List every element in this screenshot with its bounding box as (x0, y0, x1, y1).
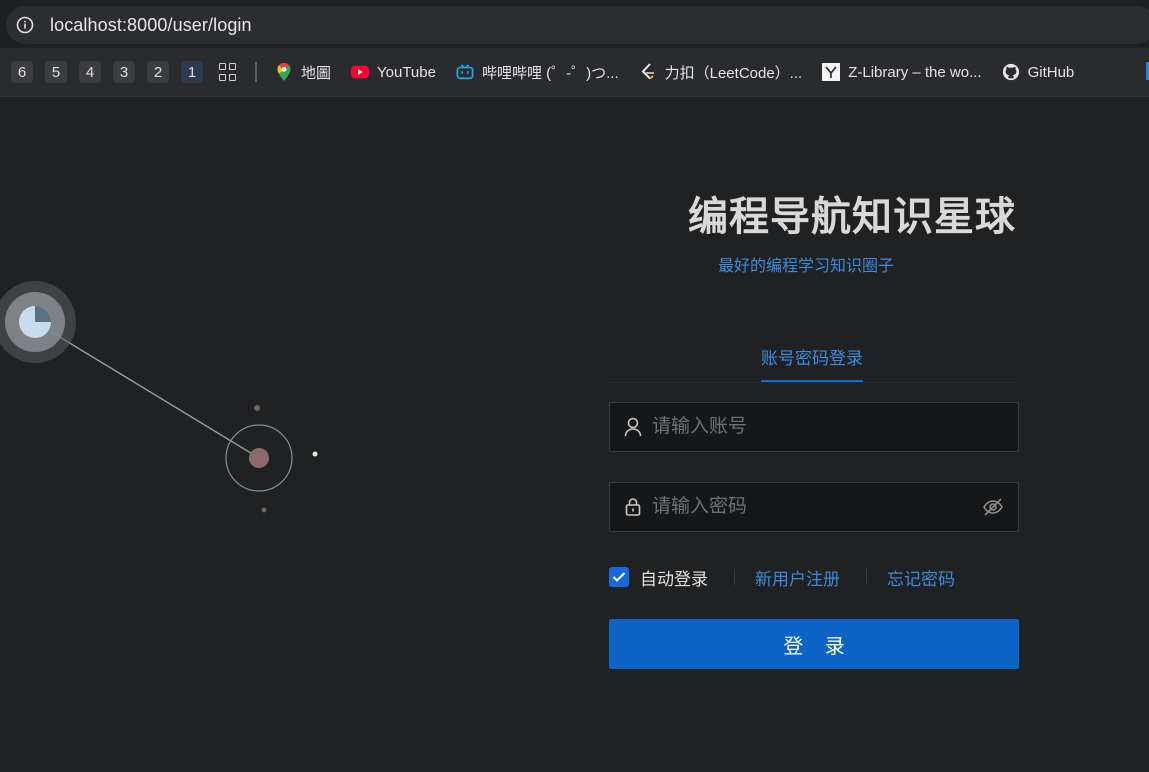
tab-group-2[interactable]: 2 (147, 61, 169, 83)
bookmarks-separator (255, 62, 257, 82)
page-title: 编程导航知识星球 (688, 194, 1016, 240)
bookmark-bilibili[interactable]: 哔哩哔哩 (゜-゜)つ... (456, 62, 619, 83)
bilibili-icon (456, 63, 474, 81)
register-link[interactable]: 新用户注册 (755, 565, 840, 590)
forgot-password-link[interactable]: 忘记密码 (887, 565, 955, 590)
bookmark-label: 地圖 (301, 64, 332, 82)
zlibrary-icon (822, 63, 841, 81)
bookmark-label: 哔哩哔哩 (゜-゜)つ... (481, 64, 619, 82)
youtube-icon (351, 63, 370, 81)
tab-group-3[interactable]: 3 (113, 61, 135, 83)
password-field[interactable] (609, 482, 1019, 532)
google-maps-icon (275, 63, 293, 81)
tab-account-password[interactable]: 账号密码登录 (761, 344, 863, 382)
eye-invisible-icon[interactable] (982, 497, 1004, 517)
tab-group-4[interactable]: 4 (79, 61, 101, 83)
username-field[interactable] (609, 402, 1019, 452)
login-options: 自动登录 新用户注册 忘记密码 (609, 565, 1019, 589)
bookmark-github[interactable]: GitHub (1002, 63, 1075, 81)
login-tabs: 账号密码登录 (609, 340, 1019, 383)
bookmark-youtube[interactable]: YouTube (351, 63, 436, 81)
bookmark-label: Z-Library – the wo... (848, 63, 982, 81)
tab-group-6[interactable]: 6 (11, 61, 33, 83)
github-icon (1002, 63, 1020, 81)
bookmark-leetcode[interactable]: 力扣（LeetCode）... (639, 62, 803, 83)
user-icon (624, 417, 642, 437)
login-button[interactable]: 登 录 (609, 619, 1019, 669)
username-input[interactable] (650, 415, 974, 439)
auto-login-checkbox[interactable] (609, 567, 629, 587)
options-divider (734, 569, 735, 585)
bookmarks-bar: 6 5 4 3 2 1 地圖 YouTube 哔哩哔哩 (゜-゜)つ... 力扣… (0, 48, 1149, 97)
omnibox[interactable]: localhost:8000/user/login (6, 6, 1149, 44)
url-text[interactable]: localhost:8000/user/login (50, 15, 252, 36)
bookmark-label: GitHub (1027, 63, 1075, 81)
bookmark-label: YouTube (377, 63, 436, 81)
page-subtitle: 最好的编程学习知识圈子 (718, 258, 895, 275)
lock-icon (624, 497, 642, 517)
tab-group-1[interactable]: 1 (181, 61, 203, 83)
options-divider (866, 569, 867, 585)
address-bar: localhost:8000/user/login (0, 0, 1149, 48)
background-decoration (0, 281, 318, 513)
bookmark-zlibrary[interactable]: Z-Library – the wo... (822, 63, 982, 81)
bookmark-maps[interactable]: 地圖 (275, 62, 331, 83)
apps-grid-icon[interactable] (219, 63, 237, 81)
auto-login-label[interactable]: 自动登录 (640, 565, 708, 590)
password-input[interactable] (650, 495, 974, 519)
site-info-icon[interactable] (16, 16, 34, 34)
leetcode-icon (639, 63, 657, 81)
bookmark-label: 力扣（LeetCode）... (664, 64, 803, 82)
tab-group-5[interactable]: 5 (45, 61, 67, 83)
